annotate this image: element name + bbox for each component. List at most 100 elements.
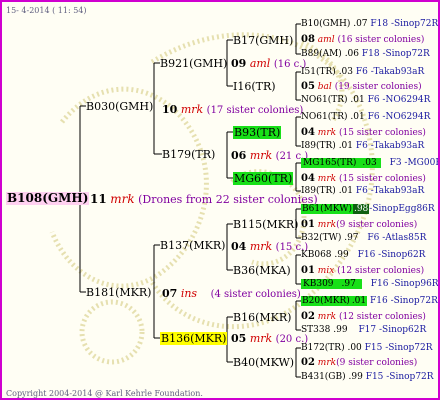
b921-breed: aml [249, 57, 271, 70]
summary-generation: 04 [301, 173, 315, 184]
ancestor-id[interactable]: KB309 [301, 279, 336, 289]
summary-generation: 04 [301, 127, 315, 138]
summary-breed: mrk [317, 220, 337, 230]
summary-generation: 01 [301, 265, 315, 276]
ancestor-row: B172(TR) .00 F15 -Sinop72R [301, 342, 433, 355]
ancestor-id[interactable]: B61(MKW) [301, 204, 353, 214]
ancestor-row: MG165(TR) .03 F3 -MG00R [301, 157, 440, 170]
queen-b17[interactable]: B17(GMH) [233, 34, 293, 47]
ancestor-row: B20(MKR) .01 F16 -Sinop72R [301, 295, 438, 308]
ancestor-id[interactable]: ST338 [301, 325, 330, 335]
summary-generation: 02 [301, 311, 315, 322]
queen-b40[interactable]: B40(MKW) [233, 356, 294, 369]
ancestor-score: .01 [350, 296, 368, 306]
ancestor-line: F6 -NO6294R [367, 112, 431, 122]
queen-b137[interactable]: B137(MKR) [160, 239, 225, 252]
ancestor-id[interactable]: B10(GMH) [301, 19, 350, 29]
queen-b181[interactable]: B181(MKR) [86, 286, 151, 299]
queen-b136[interactable]: B136(MKR) [160, 332, 228, 345]
b179-generation: 06 [231, 149, 247, 162]
summary-note: (12 sister colonies) [338, 312, 426, 322]
ancestor-id[interactable]: KB068 [301, 250, 332, 260]
summary-row: 05 bal (19 sister colonies) [301, 80, 422, 94]
summary-row: 04 mrk (15 sister colonies) [301, 172, 426, 186]
summary-note: (9 sister colonies) [336, 220, 418, 230]
ancestor-id[interactable]: I51(TR) [301, 67, 336, 77]
pedigree-chart: 15- 4-2014 ( 11: 54) Copyright 2004-2014… [0, 0, 440, 400]
ancestor-score: .99 [348, 372, 363, 382]
summary-generation: 02 [301, 357, 315, 368]
ancestor-row: B61(MKW) .98-SinopEgg86R [301, 203, 435, 216]
ancestor-row: I89(TR) .01 F6 -Takab93aR [301, 185, 424, 198]
ancestor-line: F16 -Sinop96R [370, 279, 439, 289]
queen-b030[interactable]: B030(GMH) [86, 100, 153, 113]
summary-row: 01 mix (12 sister colonies) [301, 264, 424, 278]
b030-generation: 10 [162, 103, 178, 116]
root-info: 11 mrk (Drones from 22 sister colonies) [90, 193, 318, 207]
ancestor-score: .01 [350, 112, 365, 122]
root-note: (Drones from 22 sister colonies) [138, 193, 318, 206]
summary-generation: 05 [301, 81, 315, 92]
ancestor-row: KB068 .99 F16 -Sinop62R [301, 249, 425, 262]
ancestor-line: F15 -Sinop72R [365, 372, 434, 382]
summary-row: 08 aml (16 sister colonies) [301, 33, 424, 47]
summary-breed: mrk [317, 358, 337, 368]
ancestor-row: B431(GB) .99 F15 -Sinop72R [301, 371, 434, 384]
ancestor-row: B89(AM) .06 F18 -Sinop72R [301, 48, 430, 61]
ancestor-score: .00 [347, 343, 362, 353]
queen-i16[interactable]: I16(TR) [233, 80, 276, 93]
ancestor-score: .97 [344, 233, 359, 243]
ancestor-id[interactable]: B89(AM) [301, 49, 342, 59]
ancestor-score: .99 [333, 325, 348, 335]
b179-info: 06 mrk (21 c.) [231, 149, 308, 163]
b181-generation: 07 [162, 287, 178, 300]
ancestor-id[interactable]: B20(MKR) [301, 296, 351, 306]
ancestor-score: .01 [338, 141, 354, 151]
ancestor-row: I89(TR) .01 F6 -Takab93aR [301, 140, 424, 153]
queen-b93[interactable]: B93(TR) [233, 126, 282, 139]
ancestor-score: .01 [338, 186, 354, 196]
root-queen[interactable]: B108(GMH) [6, 192, 90, 205]
b030-breed: mrk [180, 103, 204, 116]
ancestor-id[interactable]: B32(TW) [301, 233, 341, 243]
b136-breed: mrk [249, 332, 273, 345]
b181-note: (4 sister colonies) [210, 289, 301, 300]
queen-b921[interactable]: B921(GMH) [160, 57, 227, 70]
ancestor-score: .03 [338, 67, 354, 77]
ancestor-id[interactable]: NO61(TR) [301, 95, 348, 105]
summary-note: (12 sister colonies) [337, 266, 425, 276]
ancestor-row: NO61(TR) .01 F6 -NO6294R [301, 111, 430, 124]
b137-breed: mrk [249, 240, 273, 253]
b136-info: 05 mrk (20 c.) [231, 332, 308, 346]
ancestor-id[interactable]: I89(TR) [301, 186, 336, 196]
b181-breed: ins [180, 287, 198, 300]
summary-note: (9 sister colonies) [336, 358, 418, 368]
summary-breed: mrk [317, 312, 337, 322]
queen-b115[interactable]: B115(MKR) [233, 218, 298, 231]
b179-breed: mrk [249, 149, 273, 162]
ancestor-id[interactable]: B172(TR) [301, 343, 345, 353]
queen-b179[interactable]: B179(TR) [162, 148, 215, 161]
summary-generation: 01 [301, 219, 315, 230]
ancestor-id[interactable]: NO61(TR) [301, 112, 348, 122]
summary-breed: aml [317, 35, 335, 45]
queen-mg60[interactable]: MG60(TR) [233, 172, 294, 185]
ancestor-score: .99 [334, 250, 349, 260]
ancestor-id[interactable]: MG165(TR) [301, 158, 359, 168]
ancestor-row: ST338 .99 F17 -Sinop62R [301, 324, 426, 337]
queen-b36[interactable]: B36(MKA) [233, 264, 291, 277]
b030-note: (17 sister colonies) [206, 105, 304, 116]
ancestor-line: F3 -MG00R [389, 158, 440, 168]
ancestor-line: F6 -Takab93aR [355, 186, 425, 196]
ancestor-id[interactable]: I89(TR) [301, 141, 336, 151]
ancestor-row: KB309.97 F16 -Sinop96R [301, 278, 439, 291]
ancestor-line: F6 -Atlas85R [367, 233, 427, 243]
summary-breed: mrk [317, 128, 337, 138]
ancestor-line: -SinopEgg86R [369, 204, 435, 214]
ancestor-score: .01 [350, 95, 365, 105]
queen-b16[interactable]: B16(MKR) [233, 311, 291, 324]
ancestor-id[interactable]: B431(GB) [301, 372, 346, 382]
ancestor-row: I51(TR) .03 F6 -Takab93aR [301, 66, 424, 79]
b921-info: 09 aml (16 c.) [231, 57, 306, 71]
ancestor-line: F18 -Sinop72R [370, 19, 439, 29]
